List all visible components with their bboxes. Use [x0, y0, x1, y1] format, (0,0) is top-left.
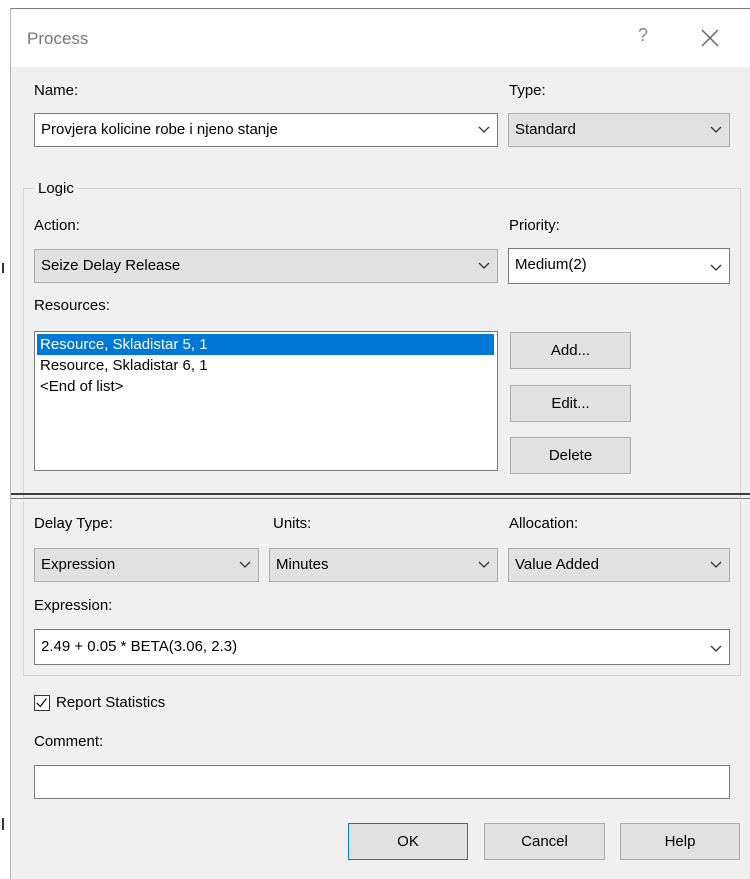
- name-combobox[interactable]: Provjera kolicine robe i njeno stanje: [34, 113, 498, 147]
- comment-field[interactable]: [34, 765, 730, 799]
- priority-combobox[interactable]: Medium(2): [508, 248, 730, 284]
- resource-list-item[interactable]: Resource, Skladistar 6, 1: [37, 355, 494, 376]
- background-edge-mark: [2, 818, 4, 830]
- name-value: Provjera kolicine robe i njeno stanje: [41, 121, 278, 138]
- expression-label: Expression:: [34, 597, 113, 614]
- action-value: Seize Delay Release: [41, 257, 181, 274]
- logic-group-label: Logic: [35, 180, 77, 197]
- checkmark-icon: [36, 698, 47, 708]
- window-title: Process: [27, 29, 89, 48]
- help-question-button[interactable]: ?: [638, 25, 648, 46]
- type-combobox[interactable]: Standard: [508, 113, 730, 147]
- background-edge-mark: [2, 263, 4, 273]
- process-dialog: Process ? Name: Provjera kolicine robe i…: [10, 8, 750, 879]
- chevron-down-icon: [239, 561, 251, 568]
- chevron-down-icon: [478, 561, 490, 568]
- chevron-down-icon: [710, 126, 722, 133]
- chevron-down-icon: [710, 264, 722, 271]
- expression-value: 2.49 + 0.05 * BETA(3.06, 2.3): [41, 638, 238, 655]
- report-statistics-label[interactable]: Report Statistics: [56, 694, 165, 711]
- delay-type-value: Expression: [41, 556, 116, 573]
- chevron-down-icon: [478, 262, 490, 269]
- units-value: Minutes: [276, 556, 329, 573]
- title-bar: Process ?: [11, 9, 750, 67]
- type-value: Standard: [515, 121, 576, 138]
- action-combobox[interactable]: Seize Delay Release: [34, 249, 498, 283]
- resources-label: Resources:: [34, 297, 110, 314]
- delete-button[interactable]: Delete: [510, 437, 631, 474]
- expression-combobox[interactable]: 2.49 + 0.05 * BETA(3.06, 2.3): [34, 629, 730, 665]
- priority-value: Medium(2): [515, 256, 587, 273]
- chevron-down-icon: [478, 126, 490, 133]
- comment-label: Comment:: [34, 733, 104, 750]
- delay-type-combobox[interactable]: Expression: [34, 548, 259, 582]
- name-label: Name:: [34, 82, 79, 99]
- allocation-label: Allocation:: [509, 515, 579, 532]
- allocation-combobox[interactable]: Value Added: [508, 548, 730, 582]
- chevron-down-icon: [710, 561, 722, 568]
- chevron-down-icon: [710, 645, 722, 652]
- cancel-button[interactable]: Cancel: [484, 823, 605, 860]
- units-combobox[interactable]: Minutes: [269, 548, 498, 582]
- section-separator: [11, 498, 750, 499]
- help-button[interactable]: Help: [620, 823, 740, 860]
- section-separator: [11, 493, 750, 495]
- action-label: Action:: [34, 217, 80, 234]
- close-icon[interactable]: [697, 25, 723, 51]
- edit-button[interactable]: Edit...: [510, 385, 631, 422]
- end-of-list-item[interactable]: <End of list>: [37, 376, 494, 397]
- ok-button[interactable]: OK: [348, 823, 468, 860]
- report-statistics-checkbox[interactable]: [34, 695, 50, 711]
- type-label: Type:: [509, 82, 546, 99]
- units-label: Units:: [273, 515, 312, 532]
- delay-type-label: Delay Type:: [34, 515, 113, 532]
- resources-listbox[interactable]: Resource, Skladistar 5, 1 Resource, Skla…: [34, 331, 498, 471]
- resource-list-item[interactable]: Resource, Skladistar 5, 1: [37, 334, 494, 355]
- priority-label: Priority:: [509, 217, 560, 234]
- allocation-value: Value Added: [515, 556, 599, 573]
- add-button[interactable]: Add...: [510, 332, 631, 369]
